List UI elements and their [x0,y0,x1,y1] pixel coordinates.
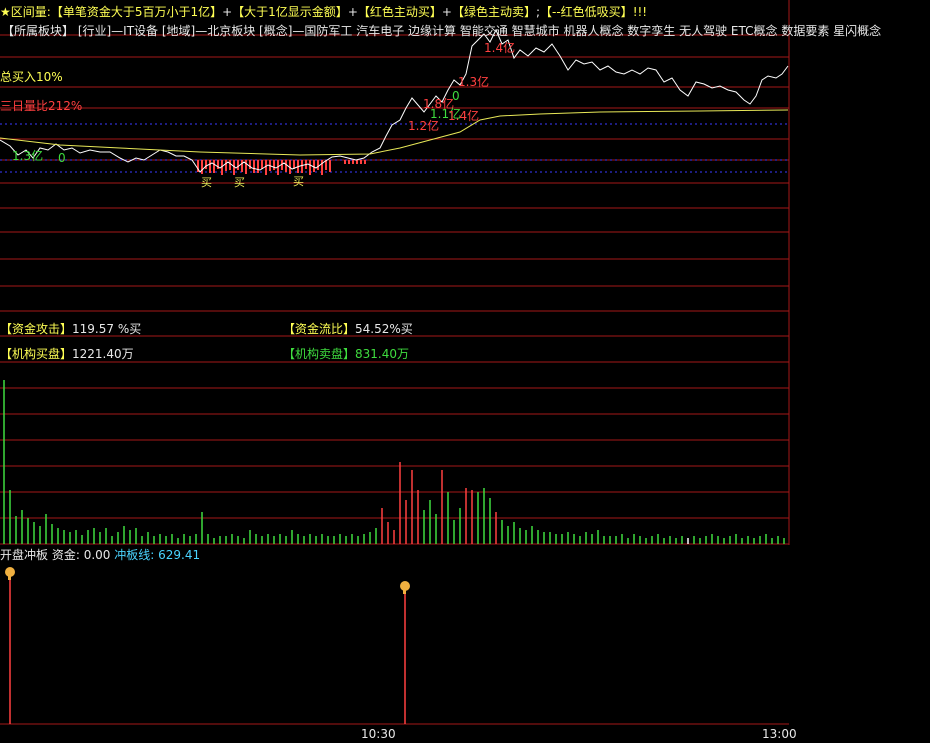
legend-item: + [347,5,358,19]
stat-inst-buy-label: 【机构买盘】 [0,347,73,361]
buy-marker: 买 [293,175,304,188]
surge-marker-icon-stem [403,588,406,594]
legend-item: + [222,5,233,19]
legend-item: !!! [632,5,648,19]
time-label-1030: 10:30 [361,727,396,741]
trade-amount-label: 1.3亿 [458,74,489,89]
bottom-panel-title: 开盘冲板 [0,548,49,562]
stat-inst-sell-label: 【机构卖盘】 [283,347,356,361]
surge-marker-icon-stem [8,574,11,580]
legend-items: 【单笔资金大于5百万小于1亿】+【大于1亿显示金额】+【红色主动买】+【绿色主动… [51,5,647,19]
fund-label: 资金: [51,548,80,562]
stat-attack-value: 119.57 %买 [72,322,142,336]
buy-marker: 买 [201,176,212,189]
intraday-price-chart[interactable]: 1.3亿 01.2亿1.8亿1.1亿1.4亿1.3亿1.4亿0买买买 [0,0,930,743]
trade-amount-label: 1.4亿 [484,40,515,55]
indicator-name: 区间量 [10,5,47,19]
legend-item: 【红色主动买】 [357,5,442,19]
line-label: 冲板线: [114,548,155,562]
stat-inst-buy-value: 1221.40万 [72,347,134,361]
legend-item: 【--红色低吸买】 [540,5,633,19]
stat-attack-label: 【资金攻击】 [0,322,73,336]
buy-marker: 买 [234,176,245,189]
price-line [0,28,789,173]
stat-inst-sell: 【机构卖盘】831.40万 [283,345,409,362]
sector-line: 【所属板块】 [行业]—IT设备 [地域]—北京板块 [概念]—国防军工 汽车电… [2,24,882,38]
stat-attack: 【资金攻击】119.57 %买 [0,320,141,337]
time-label-1300: 13:00 [762,727,797,741]
bottom-panel-header: 开盘冲板 资金: 0.00 冲板线: 629.41 [0,546,200,563]
indicator-header: ★区间量:【单笔资金大于5百万小于1亿】+【大于1亿显示金额】+【红色主动买】+… [0,3,647,20]
average-price-line [0,109,789,156]
trade-amount-label: 0 [58,151,66,165]
total-buy-label: 总买入10% [0,70,63,84]
three-day-ratio-label: 三日量比212% [0,99,83,113]
stat-inst-buy: 【机构买盘】1221.40万 [0,345,134,362]
legend-item: 【绿色主动卖】 [451,5,536,19]
legend-item: 【大于1亿显示金额】 [232,5,348,19]
stat-flow: 【资金流比】54.52%买 [283,320,413,337]
line-value: 629.41 [158,548,201,562]
trade-amount-label: 1.4亿 [448,108,479,123]
trade-amount-label: 1.3亿 [12,148,43,163]
trade-amount-label: 0 [452,89,460,103]
stat-flow-label: 【资金流比】 [283,322,356,336]
fund-value: 0.00 [83,548,111,562]
legend-item: + [441,5,452,19]
stat-flow-value: 54.52%买 [355,322,413,336]
legend-item: 【单笔资金大于5百万小于1亿】 [50,5,223,19]
stat-inst-sell-value: 831.40万 [355,347,410,361]
star-icon: ★ [0,5,11,19]
